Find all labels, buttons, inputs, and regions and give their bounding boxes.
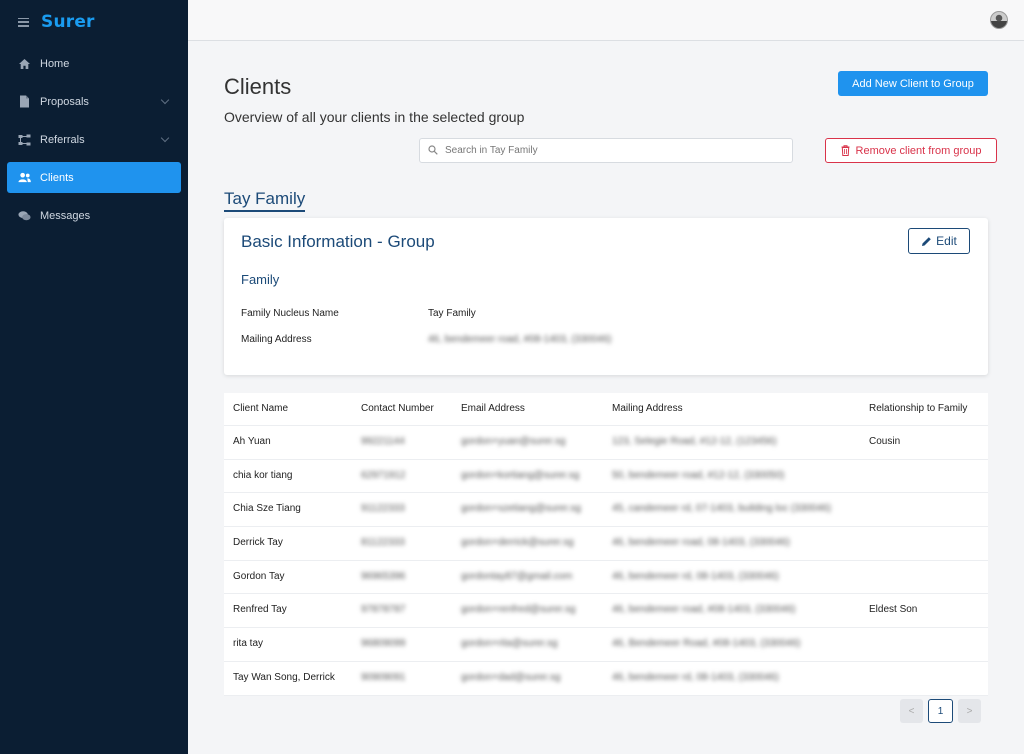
brand-logo[interactable]: Surer (41, 12, 95, 32)
basic-info-card: Basic Information - Group Edit Family Fa… (224, 218, 988, 375)
add-client-to-group-button[interactable]: Add New Client to Group (838, 71, 988, 96)
referrals-icon (18, 133, 31, 146)
contact-number-cell: 81122333 (361, 537, 405, 549)
chevron-down-icon (160, 133, 170, 143)
column-header[interactable]: Email Address (461, 393, 525, 425)
document-icon (18, 95, 31, 108)
client-name-cell[interactable]: Tay Wan Song, Derrick (233, 662, 335, 694)
table-header: Client Name Contact Number Email Address… (224, 393, 988, 426)
email-address-cell: gordon+kortiang@surer.sg (461, 469, 580, 481)
contact-number-cell: 91122333 (361, 503, 405, 515)
family-nucleus-label: Family Nucleus Name (241, 308, 339, 319)
email-address-cell: gordon+renfred@surer.sg (461, 604, 576, 616)
mailing-address-cell: 46, Bendemeer Road, #08-1403, (330046) (612, 638, 801, 650)
table-row[interactable]: Chia Sze Tiang 91122333 gordon+szetiang@su… (224, 493, 988, 528)
sidebar-item-clients[interactable]: Clients (7, 162, 181, 193)
contact-number-cell: 96809099 (361, 638, 406, 650)
mailing-address-cell: 50, bendemeer road, #12-12, (330050) (612, 469, 785, 481)
client-name-cell[interactable]: Renfred Tay (233, 594, 287, 626)
group-name: Tay Family (224, 189, 306, 212)
contact-number-cell: 99221144 (361, 436, 405, 447)
table-row[interactable]: Tay Wan Song, Derrick 90909091 gordon+dad@… (224, 662, 988, 696)
sidebar-item-label: Messages (40, 209, 91, 222)
mailing-address-cell: 46, bendemeer road, #08-1403, (330046) (612, 604, 796, 616)
table-row[interactable]: Renfred Tay 97878787 gordon+renfred@surer.… (224, 594, 988, 629)
column-header[interactable]: Relationship to Family (869, 393, 967, 425)
mailing-address-cell: 45, candemeer rd, 07-1403, building loc … (612, 503, 832, 515)
page-title: Clients (224, 74, 292, 99)
search-box[interactable] (419, 138, 793, 163)
sidebar-item-home[interactable]: Home (7, 48, 181, 79)
brand: Surer (18, 12, 95, 32)
email-address-cell: gordon+dad@surer.sg (461, 671, 561, 683)
client-name-cell[interactable]: Chia Sze Tiang (233, 493, 301, 525)
contact-number-cell: 97878787 (361, 604, 406, 616)
sidebar-item-label: Referrals (40, 133, 85, 146)
client-name-cell[interactable]: rita tay (233, 628, 263, 660)
sidebar-item-label: Home (40, 57, 70, 70)
table-row[interactable]: rita tay 96809099 gordon+rita@surer.sg 46, … (224, 628, 988, 662)
contact-number-cell: 90909091 (361, 671, 406, 683)
column-header[interactable]: Mailing Address (612, 393, 683, 425)
relationship-cell: Cousin (869, 436, 901, 447)
remove-client-button[interactable]: Remove client from group (825, 138, 997, 163)
client-name-cell[interactable]: Derrick Tay (233, 527, 283, 559)
client-name-cell[interactable]: Ah Yuan (233, 426, 271, 458)
edit-button[interactable]: Edit (908, 228, 970, 254)
mailing-address-cell: 123, Selegie Road, #12-12, (123456) (612, 436, 777, 447)
table-row[interactable]: chia kor tiang 62971912 gordon+kortiang@su… (224, 460, 988, 494)
contact-number-cell: 96965396 (361, 570, 406, 582)
trash-icon (841, 145, 850, 156)
sidebar-item-label: Proposals (40, 95, 89, 108)
users-icon (18, 171, 31, 184)
top-bar (188, 0, 1024, 41)
table-row[interactable]: Gordon Tay 96965396 gordontay87@gmail.com 4… (224, 561, 988, 595)
remove-client-label: Remove client from group (855, 144, 982, 157)
mailing-address-value: 46, bendemeer road, #08-1403, (330046) (428, 334, 612, 345)
home-icon (18, 57, 31, 70)
relationship-cell: Eldest Son (869, 604, 918, 616)
table-row[interactable]: Ah Yuan 99221144 gordon+yuan@surer.sg 123, … (224, 426, 988, 460)
chevron-down-icon (160, 95, 170, 105)
pencil-icon (921, 236, 932, 247)
hamburger-menu-icon[interactable] (18, 17, 29, 27)
column-header[interactable]: Contact Number (361, 393, 434, 425)
prev-page-button[interactable]: < (900, 699, 923, 723)
table-body: Ah Yuan 99221144 gordon+yuan@surer.sg 123, … (224, 426, 988, 696)
card-title: Basic Information - Group (241, 232, 435, 251)
family-nucleus-value: Tay Family (428, 308, 476, 319)
mailing-address-cell: 46, bendemeer road, 08-1403, (330046) (612, 537, 790, 549)
family-section-title: Family (241, 272, 280, 287)
user-avatar[interactable] (990, 11, 1008, 29)
page-1-button[interactable]: 1 (928, 699, 953, 723)
clients-table: Client Name Contact Number Email Address… (224, 393, 988, 696)
sidebar-item-proposals[interactable]: Proposals (7, 86, 181, 117)
client-name-cell[interactable]: Gordon Tay (233, 561, 285, 593)
search-icon (428, 142, 438, 160)
column-header[interactable]: Client Name (233, 393, 288, 425)
client-name-cell[interactable]: chia kor tiang (233, 460, 292, 492)
chat-icon (18, 209, 31, 222)
mailing-address-label: Mailing Address (241, 334, 312, 345)
table-row[interactable]: Derrick Tay 81122333 gordon+derrick@surer.… (224, 527, 988, 561)
email-address-cell: gordon+derrick@surer.sg (461, 537, 574, 549)
page-subtitle: Overview of all your clients in the sele… (224, 109, 525, 125)
next-page-button[interactable]: > (958, 699, 981, 723)
sidebar-item-messages[interactable]: Messages (7, 200, 181, 231)
email-address-cell: gordon+rita@surer.sg (461, 638, 558, 650)
sidebar: Surer Home Proposals Referrals Clients M… (0, 0, 188, 754)
search-input[interactable] (443, 144, 777, 157)
sidebar-item-referrals[interactable]: Referrals (7, 124, 181, 155)
mailing-address-cell: 46, bendemeer rd, 08-1403, (330046) (612, 570, 779, 582)
edit-label: Edit (936, 234, 957, 248)
email-address-cell: gordon+szetiang@surer.sg (461, 503, 581, 515)
mailing-address-cell: 46, bendemeer rd, 08-1403, (330046) (612, 671, 779, 683)
email-address-cell: gordon+yuan@surer.sg (461, 436, 566, 447)
contact-number-cell: 62971912 (361, 469, 406, 481)
sidebar-item-label: Clients (40, 171, 74, 184)
email-address-cell: gordontay87@gmail.com (461, 570, 573, 582)
sidebar-nav: Home Proposals Referrals Clients Message… (7, 48, 181, 238)
